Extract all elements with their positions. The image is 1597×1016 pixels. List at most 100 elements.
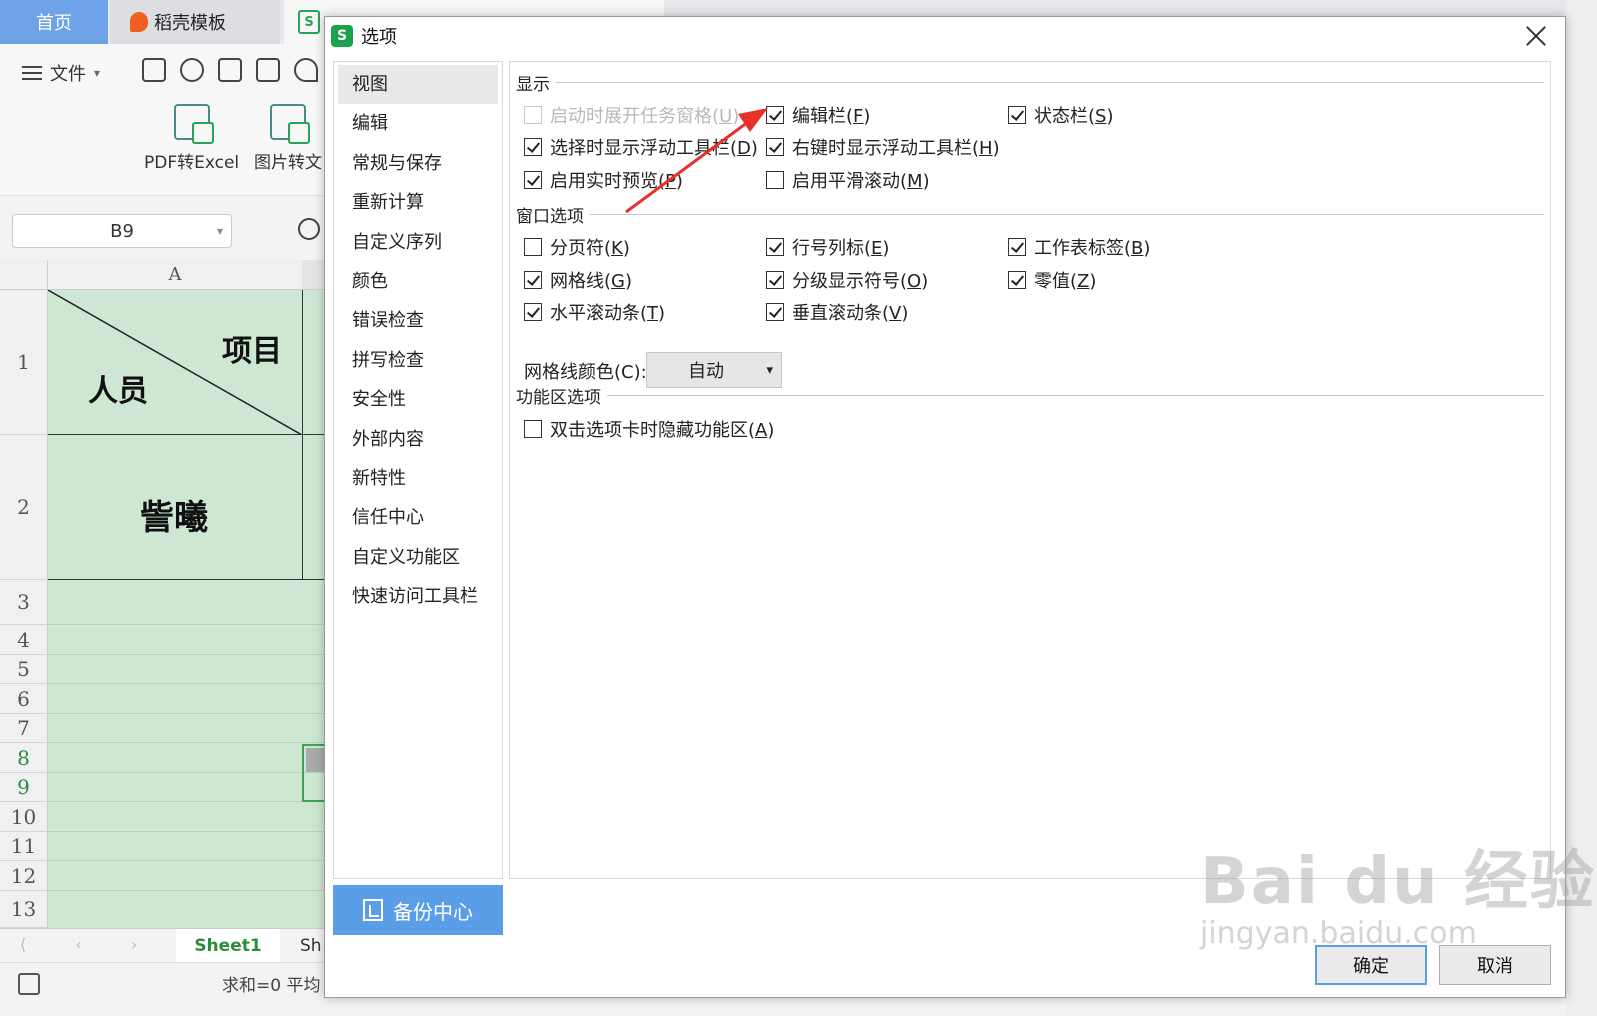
option-outline-symbols[interactable]: 分级显示符号(O) xyxy=(766,267,928,293)
section-title-ribbon: 功能区选项 xyxy=(516,383,607,408)
print-preview-icon[interactable] xyxy=(256,58,280,82)
cancel-button[interactable]: 取消 xyxy=(1439,945,1551,985)
nav-item-error-check[interactable]: 错误检查 xyxy=(338,301,498,340)
option-gridlines[interactable]: 网格线(G) xyxy=(524,267,632,293)
file-menu[interactable]: 文件 ▾ xyxy=(22,60,100,86)
option-hide-ribbon-on-double-click[interactable]: 双击选项卡时隐藏功能区(A) xyxy=(524,416,774,442)
cell-a1-header-person[interactable]: 人员 xyxy=(88,366,148,410)
spreadsheet-grid[interactable]: A 1 2 3 4 5 6 7 8 9 10 11 12 13 项目 人员 訾曦 xyxy=(0,260,330,928)
row-header[interactable]: 4 xyxy=(0,625,48,655)
backup-center-button[interactable]: 备份中心 xyxy=(333,885,503,935)
checkbox[interactable] xyxy=(524,171,542,189)
row-header[interactable]: 13 xyxy=(0,891,48,928)
nav-item-trust-center[interactable]: 信任中心 xyxy=(338,498,498,537)
checkbox[interactable] xyxy=(524,271,542,289)
grid-line xyxy=(48,772,330,773)
image-to-text-button[interactable]: 图片转文 xyxy=(254,104,322,173)
option-smooth-scroll[interactable]: 启用平滑滚动(M) xyxy=(766,167,930,193)
cell-a1-header-item[interactable]: 项目 xyxy=(222,326,282,370)
nav-item-recalculate[interactable]: 重新计算 xyxy=(338,183,498,222)
pdf-to-excel-button[interactable]: PDF转Excel xyxy=(144,104,239,173)
row-header[interactable]: 3 xyxy=(0,580,48,625)
checkbox[interactable] xyxy=(524,138,542,156)
column-header-a[interactable]: A xyxy=(48,260,302,290)
row-header[interactable]: 2 xyxy=(0,435,48,580)
option-floating-toolbar-on-right-click[interactable]: 右键时显示浮动工具栏(H) xyxy=(766,134,1000,160)
checkbox[interactable] xyxy=(766,106,784,124)
checkbox[interactable] xyxy=(1008,106,1026,124)
row-header[interactable]: 8 xyxy=(0,743,48,773)
name-box[interactable]: B9 xyxy=(12,214,232,248)
nav-item-spell-check[interactable]: 拼写检查 xyxy=(338,341,498,380)
cell-a2[interactable]: 訾曦 xyxy=(140,490,208,539)
row-header[interactable]: 6 xyxy=(0,684,48,714)
option-row-col-headers[interactable]: 行号列标(E) xyxy=(766,234,889,260)
backup-center-label: 备份中心 xyxy=(393,899,473,924)
macro-record-icon[interactable] xyxy=(18,973,40,995)
select-all-corner[interactable] xyxy=(0,260,48,290)
checkbox[interactable] xyxy=(766,303,784,321)
hamburger-icon xyxy=(22,66,42,80)
option-show-task-pane-on-start[interactable]: 启动时展开任务窗格(U) xyxy=(524,102,739,128)
undo-icon[interactable] xyxy=(294,58,318,82)
sheet-tab-next[interactable]: Sh xyxy=(300,929,322,963)
nav-item-new-features[interactable]: 新特性 xyxy=(338,459,498,498)
grid-line xyxy=(48,713,330,714)
option-floating-toolbar-on-select[interactable]: 选择时显示浮动工具栏(D) xyxy=(524,134,758,160)
section-divider xyxy=(516,395,1544,396)
row-header[interactable]: 9 xyxy=(0,773,48,802)
checkbox[interactable] xyxy=(524,238,542,256)
checkbox[interactable] xyxy=(766,138,784,156)
option-page-breaks[interactable]: 分页符(K) xyxy=(524,234,630,260)
nav-item-edit[interactable]: 编辑 xyxy=(338,104,498,143)
close-icon[interactable] xyxy=(1523,23,1549,49)
backup-icon xyxy=(363,899,383,921)
row-header[interactable]: 12 xyxy=(0,861,48,891)
checkbox[interactable] xyxy=(766,271,784,289)
save-icon[interactable] xyxy=(142,58,166,82)
grid-line xyxy=(48,624,330,625)
dialog-title-bar[interactable]: S 选项 xyxy=(325,17,1565,55)
nav-item-quick-access-toolbar[interactable]: 快速访问工具栏 xyxy=(338,577,498,616)
option-horizontal-scrollbar[interactable]: 水平滚动条(T) xyxy=(524,299,665,325)
checkbox[interactable] xyxy=(766,238,784,256)
nav-item-color[interactable]: 颜色 xyxy=(338,262,498,301)
row-header[interactable]: 5 xyxy=(0,655,48,684)
tab-docer[interactable]: 稻壳模板 xyxy=(110,0,280,44)
option-vertical-scrollbar[interactable]: 垂直滚动条(V) xyxy=(766,299,908,325)
nav-item-external-content[interactable]: 外部内容 xyxy=(338,420,498,459)
nav-item-security[interactable]: 安全性 xyxy=(338,380,498,419)
option-sheet-tabs[interactable]: 工作表标签(B) xyxy=(1008,234,1150,260)
row-header[interactable]: 7 xyxy=(0,714,48,743)
row-header[interactable]: 11 xyxy=(0,832,48,861)
checkbox[interactable] xyxy=(1008,271,1026,289)
option-formula-bar[interactable]: 编辑栏(F) xyxy=(766,102,870,128)
option-zero-values[interactable]: 零值(Z) xyxy=(1008,267,1096,293)
spreadsheet-logo-icon: S xyxy=(331,25,353,47)
nav-item-view[interactable]: 视图 xyxy=(338,65,498,105)
docer-logo-icon xyxy=(130,12,148,32)
grid-line xyxy=(48,683,330,684)
zoom-icon[interactable] xyxy=(298,218,320,240)
nav-item-customize-ribbon[interactable]: 自定义功能区 xyxy=(338,538,498,577)
checkbox[interactable] xyxy=(766,171,784,189)
checkbox[interactable] xyxy=(524,420,542,438)
row-header[interactable]: 10 xyxy=(0,802,48,832)
option-live-preview[interactable]: 启用实时预览(P) xyxy=(524,167,683,193)
format-painter-icon[interactable] xyxy=(180,58,204,82)
gridline-color-select[interactable]: 自动 xyxy=(646,352,782,388)
name-box-value: B9 xyxy=(110,220,134,242)
ok-button[interactable]: 确定 xyxy=(1315,945,1427,985)
option-status-bar[interactable]: 状态栏(S) xyxy=(1008,102,1114,128)
checkbox[interactable] xyxy=(524,303,542,321)
print-icon[interactable] xyxy=(218,58,242,82)
row-header[interactable]: 1 xyxy=(0,290,48,435)
tab-home[interactable]: 首页 xyxy=(0,0,108,44)
checkbox[interactable] xyxy=(1008,238,1026,256)
nav-item-custom-lists[interactable]: 自定义序列 xyxy=(338,223,498,262)
checkbox[interactable] xyxy=(524,106,542,124)
cell-border xyxy=(48,579,330,580)
sheet-tab-sheet1[interactable]: Sheet1 xyxy=(176,929,280,963)
baidu-watermark: Bai du 经验 jingyan.baidu.com xyxy=(1200,830,1596,951)
nav-item-general-save[interactable]: 常规与保存 xyxy=(338,144,498,183)
